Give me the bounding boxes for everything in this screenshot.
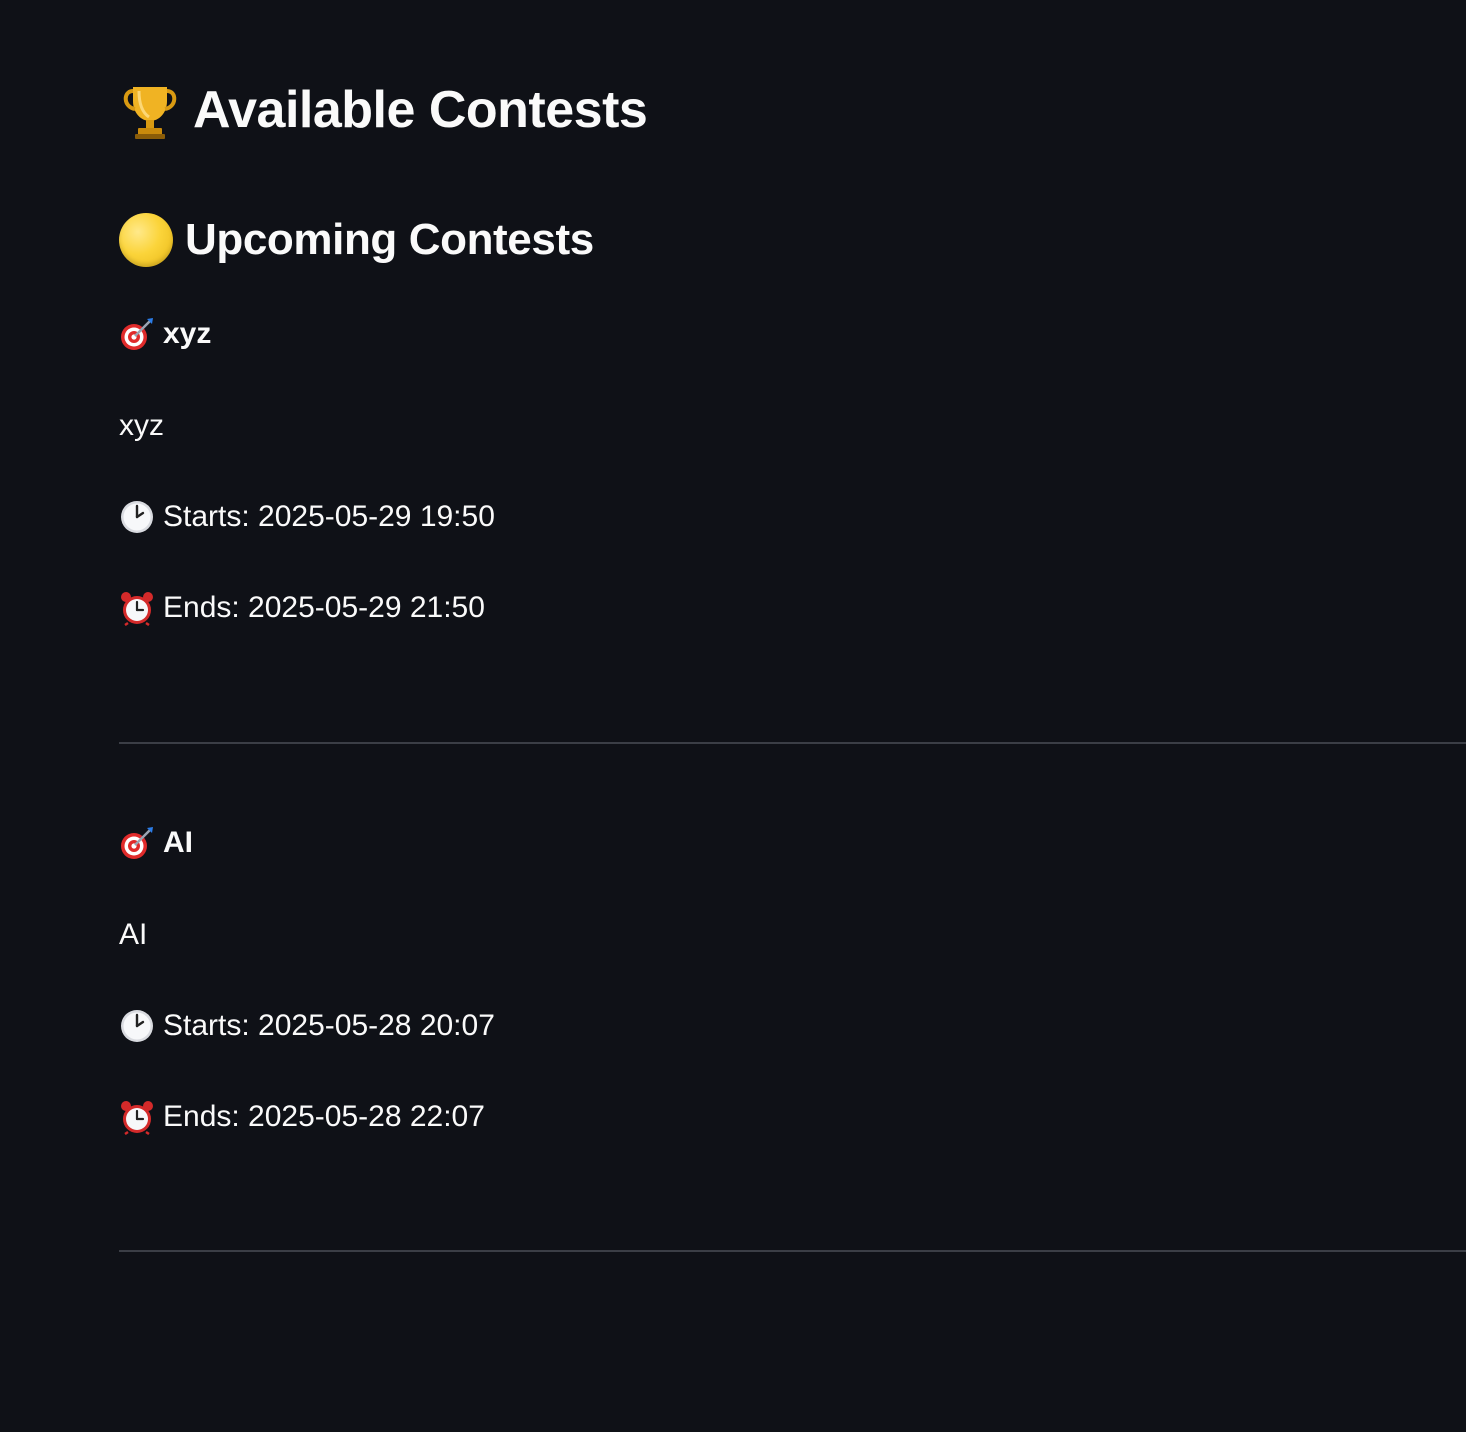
contest-description: AI [119,918,148,951]
contest-card: AI AI Starts: 2025-05-28 20:07 Ends: 202… [119,509,1466,1136]
contest-start: Starts: 2025-05-28 20:07 [119,1006,495,1046]
contest-name-text: xyz [163,317,212,350]
page: Available Contests Upcoming Contests xyz… [0,0,1466,1432]
contest-start-text: Starts: 2025-05-28 20:07 [163,1009,495,1042]
contest-end-text: Ends: 2025-05-28 22:07 [163,1100,485,1133]
contest-card: xyz xyz Starts: 2025-05-29 19:50 Ends: 2… [119,0,1466,627]
contest-name-text: AI [163,826,193,859]
divider [119,1250,1466,1252]
contest-end: Ends: 2025-05-28 22:07 [119,1097,485,1137]
clock-icon [119,1008,155,1044]
dart-target-icon [119,825,155,861]
contest-name: xyz [119,314,211,354]
alarm-clock-icon [119,1099,155,1136]
contest-name: AI [119,823,193,863]
dart-target-icon [119,316,155,352]
contest-description: xyz [119,409,164,442]
